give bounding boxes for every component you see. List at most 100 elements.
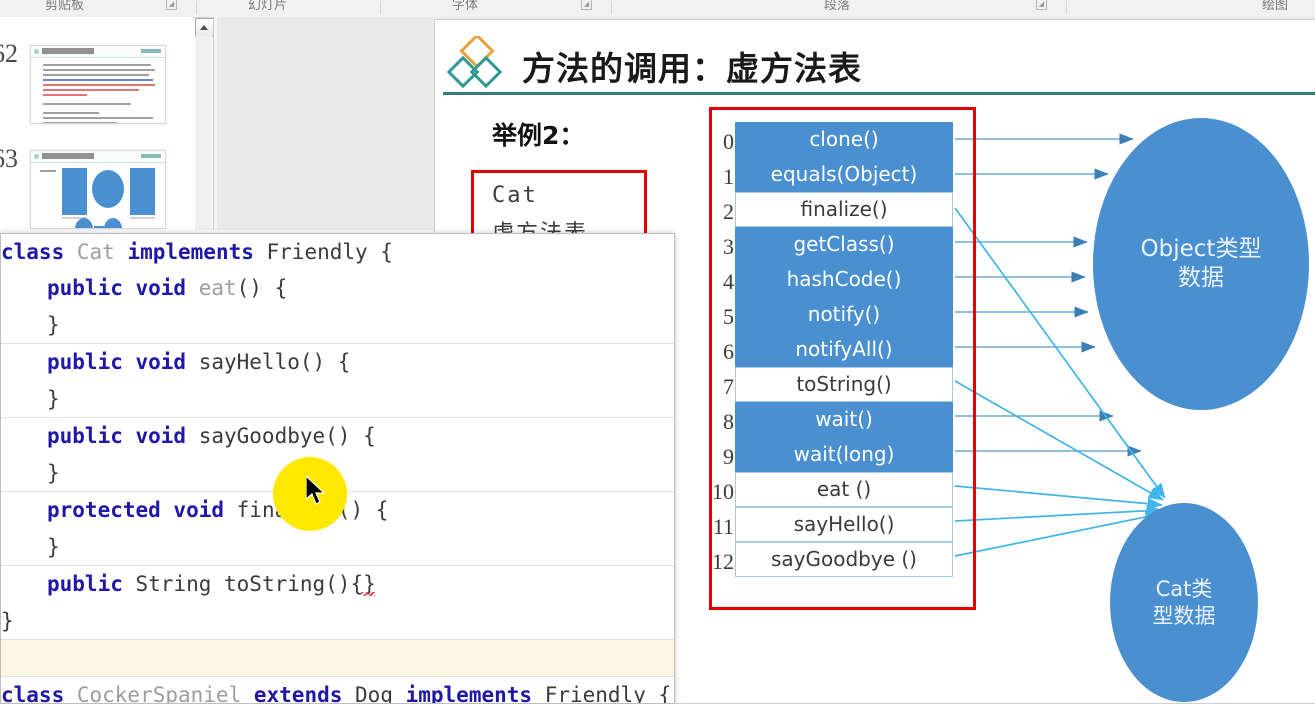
chevron-up-icon: [200, 25, 208, 30]
code-token: implements: [405, 683, 545, 704]
thumbnail-scroll-up-button[interactable]: [195, 18, 214, 37]
code-token: sayGoodbye() {: [198, 424, 376, 448]
code-token: Friendly {: [544, 683, 672, 704]
vtable-index-label: 12: [712, 549, 734, 574]
vtable-method-cell[interactable]: notify(): [735, 297, 953, 332]
code-line[interactable]: }: [1, 529, 674, 566]
slide-thumbnail[interactable]: [30, 45, 166, 124]
code-token: }: [1, 609, 14, 633]
ribbon-separator: [1066, 1, 1067, 14]
example-label: 举例2：: [492, 121, 585, 150]
code-token: }: [47, 313, 60, 337]
thumb-bullet-icon: [34, 154, 39, 159]
thumb-title-bar: [42, 48, 94, 54]
code-token: String toString(){}: [135, 572, 376, 596]
ribbon-separator: [611, 1, 612, 14]
code-line[interactable]: class CockerSpaniel extends Dog implemen…: [1, 677, 674, 704]
code-token: Cat: [76, 240, 128, 264]
vtable-method-cell[interactable]: sayHello(): [735, 507, 953, 542]
thumbnail-scrollbar-track[interactable]: [195, 36, 212, 230]
bubble-object-line-2: 数据: [1177, 265, 1224, 291]
vtable-method-cell[interactable]: notifyAll(): [735, 332, 953, 367]
thumb-tag: [141, 49, 161, 53]
page-title: 方法的调用：虚方法表: [522, 49, 862, 88]
code-token: Dog: [355, 683, 406, 704]
code-token: }: [47, 535, 60, 559]
code-token: sayHello() {: [198, 350, 351, 374]
vtable-index-label: 6: [723, 339, 734, 364]
thumb-title-bar: [42, 153, 94, 159]
ribbon-group-label: 字体: [452, 0, 479, 13]
code-token: class: [1, 683, 77, 704]
vtable-method-cell[interactable]: getClass(): [735, 227, 953, 262]
bubble-cat-line-2: 型数据: [1152, 603, 1216, 628]
code-token: () {: [236, 276, 288, 300]
code-token: protected void: [47, 498, 237, 522]
cat-type-data-bubble: Cat类 型数据: [1110, 503, 1258, 702]
bubble-object-line-1: Object类型: [1140, 236, 1262, 263]
code-token: extends: [253, 683, 356, 704]
slide-number: 63: [0, 144, 18, 173]
vtable-index-label: 3: [723, 234, 734, 259]
vtable-index-label: 10: [712, 479, 734, 504]
code-token: public void: [47, 424, 199, 448]
ribbon-separator: [196, 1, 197, 14]
slide-thumbnail-panel[interactable]: 62 63: [0, 17, 193, 229]
slide-thumbnail[interactable]: [30, 150, 166, 229]
code-line[interactable]: [1, 640, 674, 677]
code-line[interactable]: }: [1, 381, 674, 418]
code-line[interactable]: class Cat implements Friendly {: [1, 234, 674, 271]
ribbon-dialog-launcher-icon[interactable]: ◢: [581, 0, 592, 10]
ribbon-dialog-launcher-icon[interactable]: ◢: [166, 0, 177, 10]
code-token: implements: [127, 240, 267, 264]
code-line[interactable]: public void eat() {: [1, 270, 674, 307]
thumb-header: [31, 151, 165, 163]
code-line[interactable]: }: [1, 307, 674, 344]
vtable-method-cell[interactable]: toString(): [735, 367, 953, 402]
vtable-index-label: 2: [723, 199, 734, 224]
thumb-header: [31, 46, 165, 58]
ribbon-dialog-launcher-icon[interactable]: ◢: [1036, 0, 1047, 10]
code-token: eat: [198, 276, 237, 300]
slide-number: 62: [0, 39, 18, 68]
code-token: CockerSpaniel: [76, 683, 254, 704]
object-type-data-bubble: Object类型 数据: [1093, 118, 1309, 410]
code-line[interactable]: public void sayGoodbye() {: [1, 418, 674, 455]
vtable-index-label: 4: [723, 269, 734, 294]
vtable-method-cell[interactable]: eat (): [735, 472, 953, 507]
thumb-tag: [141, 154, 161, 158]
code-token: public void: [47, 276, 199, 300]
vtable-method-cell[interactable]: sayGoodbye (): [735, 542, 953, 577]
ribbon-separator: [380, 1, 381, 14]
code-token: }: [47, 461, 60, 485]
vtable-index-label: 7: [723, 374, 734, 399]
vtable-method-cell[interactable]: equals(Object): [735, 157, 953, 192]
code-token: public: [47, 572, 136, 596]
vtable-method-cell[interactable]: finalize(): [735, 192, 953, 227]
cat-box-line-1: Cat: [492, 183, 538, 208]
vtable-method-cell[interactable]: wait(): [735, 402, 953, 437]
vtable-method-cell[interactable]: wait(long): [735, 437, 953, 472]
code-line[interactable]: public String toString(){}: [1, 566, 674, 603]
vtable-method-cell[interactable]: clone(): [735, 122, 953, 157]
ribbon-group-label: 剪贴板: [45, 0, 85, 13]
ribbon-strip: 剪贴板 ◢ 幻灯片 字体 ◢ 段落 ◢ 绘图: [0, 0, 1315, 18]
title-underline: [443, 92, 1315, 95]
diamond-decoration-icon: [447, 36, 503, 89]
vtable-index-label: 0: [723, 129, 734, 154]
code-line[interactable]: public void sayHello() {: [1, 344, 674, 381]
ribbon-group-label: 段落: [824, 0, 851, 13]
code-token: class: [1, 240, 77, 264]
code-token: }: [47, 387, 60, 411]
mouse-cursor-icon: [306, 476, 326, 505]
vtable-method-cell[interactable]: hashCode(): [735, 262, 953, 297]
vtable-index-label: 9: [723, 444, 734, 469]
vtable-index-label: 8: [723, 409, 734, 434]
vtable-index-label: 5: [723, 304, 734, 329]
code-token: public void: [47, 350, 199, 374]
code-token: Friendly {: [266, 240, 393, 264]
code-line[interactable]: }: [1, 603, 674, 640]
thumb-bullet-icon: [34, 49, 39, 54]
ribbon-group-label: 绘图: [1262, 0, 1289, 13]
bubble-cat-line-1: Cat类: [1155, 577, 1213, 602]
